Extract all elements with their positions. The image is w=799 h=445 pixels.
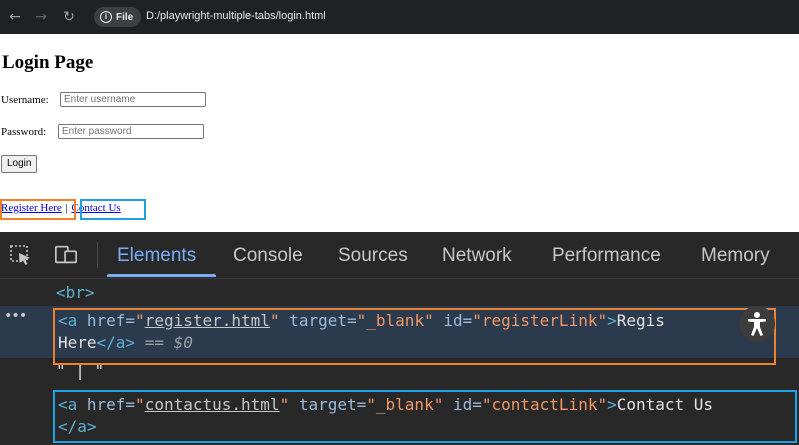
tab-sources[interactable]: Sources [338, 245, 408, 267]
forward-arrow-icon[interactable]: → [32, 8, 50, 26]
br-tag: <br> [56, 283, 95, 302]
tab-memory[interactable]: Memory [701, 245, 770, 267]
address-bar[interactable]: i File D:/playwright-multiple-tabs/login… [92, 6, 797, 28]
tab-network[interactable]: Network [442, 245, 512, 267]
device-toolbar-icon[interactable] [54, 244, 78, 266]
page-title: Login Page [2, 52, 94, 73]
username-label: Username: [1, 94, 49, 106]
tab-elements[interactable]: Elements [117, 245, 196, 267]
login-button[interactable]: Login [1, 155, 38, 173]
site-chip-label: File [116, 11, 134, 23]
register-node-highlight-box [53, 308, 776, 365]
tab-console[interactable]: Console [233, 245, 303, 267]
reload-icon[interactable]: ↻ [60, 8, 78, 26]
active-tab-indicator [107, 274, 216, 277]
site-info-chip[interactable]: i File [94, 7, 142, 27]
browser-toolbar: ← → ↻ i File D:/playwright-multiple-tabs… [0, 0, 799, 34]
password-label: Password: [1, 126, 47, 138]
password-input[interactable]: Enter password [58, 124, 204, 139]
page-content: Login Page Username: Enter username Pass… [0, 34, 799, 232]
row-menu-icon[interactable]: ••• [4, 308, 27, 324]
url-text[interactable]: D:/playwright-multiple-tabs/login.html [146, 10, 326, 22]
username-input[interactable]: Enter username [60, 92, 206, 107]
back-arrow-icon[interactable]: ← [6, 8, 24, 26]
contact-node-highlight-box [53, 390, 797, 443]
toolbar-divider [97, 242, 98, 268]
register-highlight-box [0, 199, 76, 220]
contact-highlight-box [80, 199, 146, 220]
accessibility-figure-icon [748, 312, 766, 336]
devtools-tab-bar: Elements Console Sources Network Perform… [0, 232, 799, 279]
inspect-element-icon[interactable] [9, 244, 33, 266]
tree-node-br[interactable]: <br> [56, 282, 95, 304]
accessibility-icon[interactable] [739, 306, 775, 342]
tab-performance[interactable]: Performance [552, 245, 661, 267]
info-icon: i [100, 11, 112, 23]
